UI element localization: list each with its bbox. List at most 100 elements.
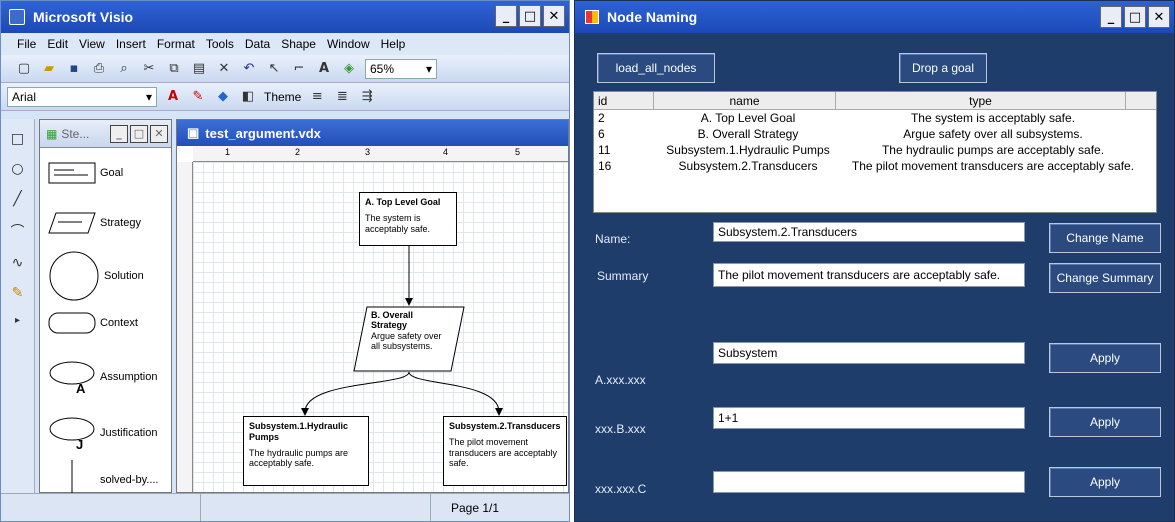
- close-button[interactable]: ✕: [543, 5, 565, 27]
- text-tool-icon[interactable]: A: [315, 60, 333, 78]
- theme-label[interactable]: Theme: [264, 90, 301, 104]
- visio-app-icon: [9, 9, 25, 25]
- shape-label: Context: [100, 317, 138, 329]
- menu-file[interactable]: File: [17, 37, 36, 51]
- preview-icon[interactable]: ⌕: [115, 60, 133, 78]
- menu-data[interactable]: Data: [245, 37, 270, 51]
- stencil-titlebar[interactable]: ▦ Ste... _ □ ✕: [40, 120, 171, 148]
- name-field[interactable]: Subsystem.2.Transducers: [713, 222, 1025, 242]
- font-color-icon[interactable]: A: [164, 88, 182, 106]
- apply-c-button[interactable]: Apply: [1049, 467, 1161, 497]
- cell-type: The system is acceptably safe.: [910, 111, 1076, 125]
- load-all-nodes-button[interactable]: load_all_nodes: [597, 53, 715, 83]
- node-transducers[interactable]: Subsystem.2.Transducers The pilot moveme…: [443, 416, 567, 486]
- shape-solution[interactable]: Solution: [48, 250, 144, 302]
- document-titlebar[interactable]: ▣ test_argument.vdx: [177, 120, 568, 146]
- b-segment-field[interactable]: 1+1: [713, 407, 1025, 429]
- cell-type: The hydraulic pumps are acceptably safe.: [881, 143, 1105, 157]
- font-select[interactable]: Arial ▾: [7, 86, 157, 107]
- line-pattern-icon[interactable]: ≣: [333, 88, 351, 106]
- menu-insert[interactable]: Insert: [116, 37, 146, 51]
- stencil-minimize-button[interactable]: _: [110, 124, 128, 143]
- menu-format[interactable]: Format: [157, 37, 195, 51]
- cell-id: 2: [598, 111, 605, 125]
- table-row[interactable]: 2 A. Top Level Goal The system is accept…: [594, 110, 1156, 126]
- expand-icon[interactable]: ▸: [15, 315, 20, 326]
- shape-context[interactable]: Context: [48, 312, 138, 334]
- menu-edit[interactable]: Edit: [47, 37, 68, 51]
- name-label: Name:: [595, 232, 631, 246]
- table-row[interactable]: 11 Subsystem.1.Hydraulic Pumps The hydra…: [594, 142, 1156, 158]
- horizontal-ruler: 1 2 3 4 5: [193, 146, 568, 162]
- vertical-ruler: [177, 162, 193, 492]
- shape-strategy[interactable]: Strategy: [48, 212, 141, 234]
- menu-help[interactable]: Help: [381, 37, 406, 51]
- column-header-type[interactable]: type: [836, 92, 1126, 109]
- change-summary-button[interactable]: Change Summary: [1049, 263, 1161, 293]
- print-icon[interactable]: ⎙: [90, 60, 108, 78]
- undo-icon[interactable]: ↶: [240, 60, 258, 78]
- c-segment-label: xxx.xxx.C: [595, 482, 647, 496]
- summary-field[interactable]: The pilot movement transducers are accep…: [713, 263, 1025, 287]
- shape-goal[interactable]: Goal: [48, 162, 123, 184]
- pointer-icon[interactable]: ↖: [265, 60, 283, 78]
- delete-icon[interactable]: ✕: [215, 60, 233, 78]
- menu-tools[interactable]: Tools: [206, 37, 234, 51]
- line-ends-icon[interactable]: ⇶: [358, 88, 376, 106]
- line-color-icon[interactable]: ✎: [189, 88, 207, 106]
- change-name-button[interactable]: Change Name: [1049, 223, 1161, 253]
- column-header-name[interactable]: name: [654, 92, 836, 109]
- shape-label: Strategy: [100, 217, 141, 229]
- node-top-level-goal[interactable]: A. Top Level Goal The system is acceptab…: [359, 192, 457, 246]
- ellipse-tool-icon[interactable]: ○: [11, 161, 23, 177]
- rectangle-tool-icon[interactable]: □: [11, 131, 24, 147]
- solution-shape-icon: [49, 251, 99, 301]
- shape-justification[interactable]: J Justification: [48, 416, 157, 450]
- copy-icon[interactable]: ⧉: [165, 60, 183, 78]
- arc-tool-icon[interactable]: ⌒: [11, 221, 25, 241]
- maximize-button[interactable]: □: [1124, 6, 1146, 28]
- format-toolbar: Arial ▾ A ✎ ◆ ◧ Theme ≡ ≣ ⇶: [1, 83, 569, 111]
- open-icon[interactable]: ▰: [40, 60, 58, 78]
- stencil-icon: ▦: [46, 126, 58, 141]
- drawing-canvas[interactable]: A. Top Level Goal The system is acceptab…: [193, 162, 568, 492]
- new-icon[interactable]: ▢: [15, 60, 33, 78]
- stencil-icon[interactable]: ◈: [340, 60, 358, 78]
- node-naming-titlebar[interactable]: Node Naming _ □ ✕: [575, 1, 1174, 33]
- shape-assumption[interactable]: A Assumption: [48, 360, 157, 394]
- summary-label: Summary: [597, 269, 649, 283]
- minimize-button[interactable]: _: [495, 5, 517, 27]
- theme-icon[interactable]: ◧: [239, 88, 257, 106]
- line-weight-icon[interactable]: ≡: [308, 88, 326, 106]
- node-hydraulic-pumps[interactable]: Subsystem.1.Hydraulic Pumps The hydrauli…: [243, 416, 369, 486]
- apply-a-button[interactable]: Apply: [1049, 343, 1161, 373]
- connector-icon[interactable]: ⌐: [290, 60, 308, 78]
- maximize-button[interactable]: □: [519, 5, 541, 27]
- freeform-tool-icon[interactable]: ∿: [12, 255, 24, 271]
- visio-titlebar[interactable]: Microsoft Visio _ □ ✕: [1, 1, 569, 33]
- fill-color-icon[interactable]: ◆: [214, 88, 232, 106]
- cut-icon[interactable]: ✂: [140, 60, 158, 78]
- minimize-button[interactable]: _: [1100, 6, 1122, 28]
- c-segment-field[interactable]: [713, 471, 1025, 493]
- column-header-id[interactable]: id: [594, 92, 654, 109]
- menu-shape[interactable]: Shape: [281, 37, 316, 51]
- drop-goal-button[interactable]: Drop a goal: [899, 53, 987, 83]
- table-row[interactable]: 16 Subsystem.2.Transducers The pilot mov…: [594, 158, 1156, 174]
- connector-b-d: [408, 371, 500, 413]
- a-segment-field[interactable]: Subsystem: [713, 342, 1025, 364]
- pencil-tool-icon[interactable]: ✎: [12, 285, 24, 301]
- paste-icon[interactable]: ▤: [190, 60, 208, 78]
- line-tool-icon[interactable]: ╱: [13, 191, 21, 207]
- drawing-tools: □ ○ ╱ ⌒ ∿ ✎ ▸: [1, 119, 35, 493]
- close-button[interactable]: ✕: [1148, 6, 1170, 28]
- apply-b-button[interactable]: Apply: [1049, 407, 1161, 437]
- cell-type: Argue safety over all subsystems.: [903, 127, 1083, 141]
- save-icon[interactable]: ▪: [65, 60, 83, 78]
- menu-view[interactable]: View: [79, 37, 105, 51]
- stencil-close-button[interactable]: ✕: [150, 124, 168, 143]
- table-row[interactable]: 6 B. Overall Strategy Argue safety over …: [594, 126, 1156, 142]
- stencil-maximize-button[interactable]: □: [130, 124, 148, 143]
- zoom-select[interactable]: 65% ▾: [365, 58, 437, 79]
- menu-window[interactable]: Window: [327, 37, 370, 51]
